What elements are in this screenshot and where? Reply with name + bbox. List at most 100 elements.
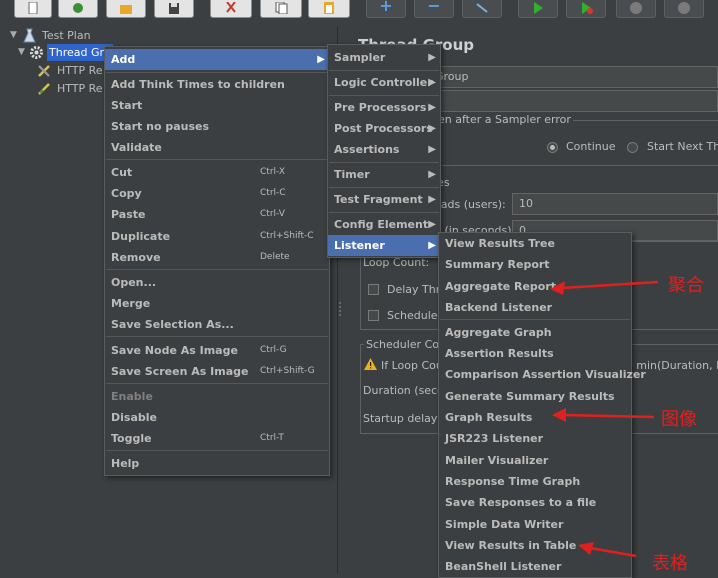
- expand-icon: +: [379, 0, 393, 15]
- cut-button[interactable]: [210, 0, 252, 18]
- comments-field[interactable]: [428, 90, 718, 112]
- annotation-arrow-graph: [552, 408, 655, 422]
- stop-button[interactable]: [616, 0, 656, 18]
- paste-icon: [324, 2, 334, 14]
- menu-separator: [106, 159, 328, 160]
- menu-item-paste[interactable]: Paste Ctrl-V: [105, 204, 329, 225]
- tree-item-test-plan[interactable]: ▼ Test Plan: [0, 27, 120, 44]
- chevron-down-icon[interactable]: ▼: [10, 27, 17, 44]
- open-button[interactable]: [106, 0, 146, 18]
- toggle-icon: [476, 3, 488, 13]
- menu-item-start-no-pauses[interactable]: Start no pauses: [105, 116, 329, 137]
- expand-button[interactable]: +: [366, 0, 406, 18]
- context-menu: Add ▶ Add Think Times to children Start S…: [104, 46, 330, 476]
- menu-item-copy[interactable]: Copy Ctrl-C: [105, 183, 329, 204]
- chevron-down-icon[interactable]: ▼: [18, 44, 25, 61]
- menu-item-disable[interactable]: Disable: [105, 407, 329, 428]
- menu-item-help[interactable]: Help: [105, 453, 329, 474]
- menu-item-start[interactable]: Start: [105, 95, 329, 116]
- menu-item-post-processors[interactable]: Post Processors ▶: [328, 118, 440, 139]
- shutdown-button[interactable]: [664, 0, 704, 18]
- menu-item-save-responses-to-file[interactable]: Save Responses to a file: [439, 492, 631, 513]
- menu-item-validate[interactable]: Validate: [105, 137, 329, 158]
- menu-item-aggregate-graph[interactable]: Aggregate Graph: [439, 322, 631, 343]
- tree-item-http-request[interactable]: HTTP Re: [0, 62, 120, 79]
- menu-item-duplicate[interactable]: Duplicate Ctrl+Shift-C: [105, 226, 329, 247]
- menu-item-enable: Enable: [111, 390, 153, 403]
- menu-item-save-selection-as[interactable]: Save Selection As...: [105, 314, 329, 335]
- chevron-right-icon: ▶: [428, 77, 436, 88]
- start-next-thread-radio[interactable]: [627, 142, 638, 153]
- annotation-graph-label: 图像: [661, 409, 697, 430]
- menu-item-pre-processors[interactable]: Pre Processors ▶: [328, 97, 440, 118]
- menu-item-test-fragment[interactable]: Test Fragment ▶: [328, 189, 440, 210]
- menu-separator: [329, 70, 439, 71]
- threads-field[interactable]: 10: [512, 193, 718, 215]
- menu-item-open[interactable]: Open...: [105, 272, 329, 293]
- menu-item-response-time-graph[interactable]: Response Time Graph: [439, 471, 631, 492]
- menu-item-generate-summary-results[interactable]: Generate Summary Results: [439, 386, 631, 407]
- save-icon: [169, 3, 179, 14]
- splitter-grip[interactable]: [339, 302, 341, 316]
- menu-item-timer[interactable]: Timer ▶: [328, 164, 440, 185]
- menu-item-add[interactable]: Add ▶: [105, 49, 329, 70]
- name-field[interactable]: Group: [428, 66, 718, 88]
- menu-item-comparison-assertion-visualizer[interactable]: Comparison Assertion Visualizer: [439, 364, 646, 385]
- menu-separator: [329, 187, 439, 188]
- sampler-error-label: ken after a Sampler error: [430, 113, 573, 126]
- loop-count-warning-label: If Loop Cou: [381, 359, 443, 372]
- menu-item-jsr223-listener[interactable]: JSR223 Listener: [439, 428, 631, 449]
- menu-item-config-element[interactable]: Config Element ▶: [328, 214, 440, 235]
- delay-thread-checkbox[interactable]: [368, 284, 379, 295]
- menu-item-cut[interactable]: Cut Ctrl-X: [105, 162, 329, 183]
- chevron-right-icon: ▶: [428, 52, 436, 63]
- templates-icon: [73, 3, 83, 13]
- menu-item-sampler[interactable]: Sampler ▶: [328, 47, 440, 68]
- collapse-button[interactable]: −: [414, 0, 454, 18]
- menu-item-merge[interactable]: Merge: [105, 293, 329, 314]
- start-no-pauses-icon: [582, 2, 593, 14]
- menu-item-save-screen-as-image[interactable]: Save Screen As Image Ctrl+Shift-G: [105, 361, 329, 382]
- menu-item-summary-report[interactable]: Summary Report: [439, 254, 631, 275]
- chevron-right-icon: ▶: [428, 194, 436, 205]
- menu-item-backend-listener[interactable]: Backend Listener: [439, 297, 631, 318]
- tree-item-thread-group[interactable]: ▼ Thread Gro: [0, 44, 120, 61]
- menu-item-simple-data-writer[interactable]: Simple Data Writer: [439, 514, 631, 535]
- menu-separator: [440, 319, 630, 320]
- collapse-icon: −: [427, 0, 441, 15]
- start-no-pauses-button[interactable]: [566, 0, 606, 18]
- menu-item-toggle[interactable]: Toggle Ctrl-T: [105, 428, 329, 449]
- toggle-button[interactable]: [462, 0, 502, 18]
- menu-item-mailer-visualizer[interactable]: Mailer Visualizer: [439, 450, 631, 471]
- paste-button[interactable]: [308, 0, 350, 18]
- copy-icon: [275, 2, 288, 14]
- chevron-right-icon: ▶: [428, 219, 436, 230]
- menu-separator: [106, 72, 328, 73]
- menu-item-logic-controller[interactable]: Logic Controller ▶: [328, 72, 440, 93]
- cut-icon: [226, 2, 236, 13]
- scheduler-checkbox[interactable]: [368, 310, 379, 321]
- menu-item-view-results-tree[interactable]: View Results Tree: [439, 233, 631, 254]
- start-button[interactable]: [518, 0, 558, 18]
- copy-button[interactable]: [260, 0, 302, 18]
- menu-item-assertion-results[interactable]: Assertion Results: [439, 343, 631, 364]
- chevron-right-icon: ▶: [428, 102, 436, 113]
- shutdown-icon: [678, 2, 690, 14]
- menu-item-listener[interactable]: Listener ▶: [328, 235, 440, 256]
- new-plan-button[interactable]: [14, 0, 52, 18]
- continue-radio[interactable]: [547, 142, 558, 153]
- chevron-right-icon: ▶: [428, 240, 436, 251]
- menu-separator: [106, 450, 328, 451]
- templates-button[interactable]: [58, 0, 98, 18]
- menu-separator: [106, 336, 328, 337]
- save-button[interactable]: [154, 0, 194, 18]
- menu-item-remove[interactable]: Remove Delete: [105, 247, 329, 268]
- tree-item-http-request[interactable]: HTTP Re: [0, 80, 120, 97]
- annotation-aggregate-label: 聚合: [668, 275, 704, 296]
- menu-item-save-node-as-image[interactable]: Save Node As Image Ctrl-G: [105, 340, 329, 361]
- annotation-arrow-aggregate: [550, 280, 659, 295]
- menu-item-assertions[interactable]: Assertions ▶: [328, 139, 440, 160]
- menu-item-add-think-times[interactable]: Add Think Times to children: [105, 74, 329, 95]
- start-icon: [534, 2, 543, 14]
- threads-label: eads (users):: [434, 198, 506, 211]
